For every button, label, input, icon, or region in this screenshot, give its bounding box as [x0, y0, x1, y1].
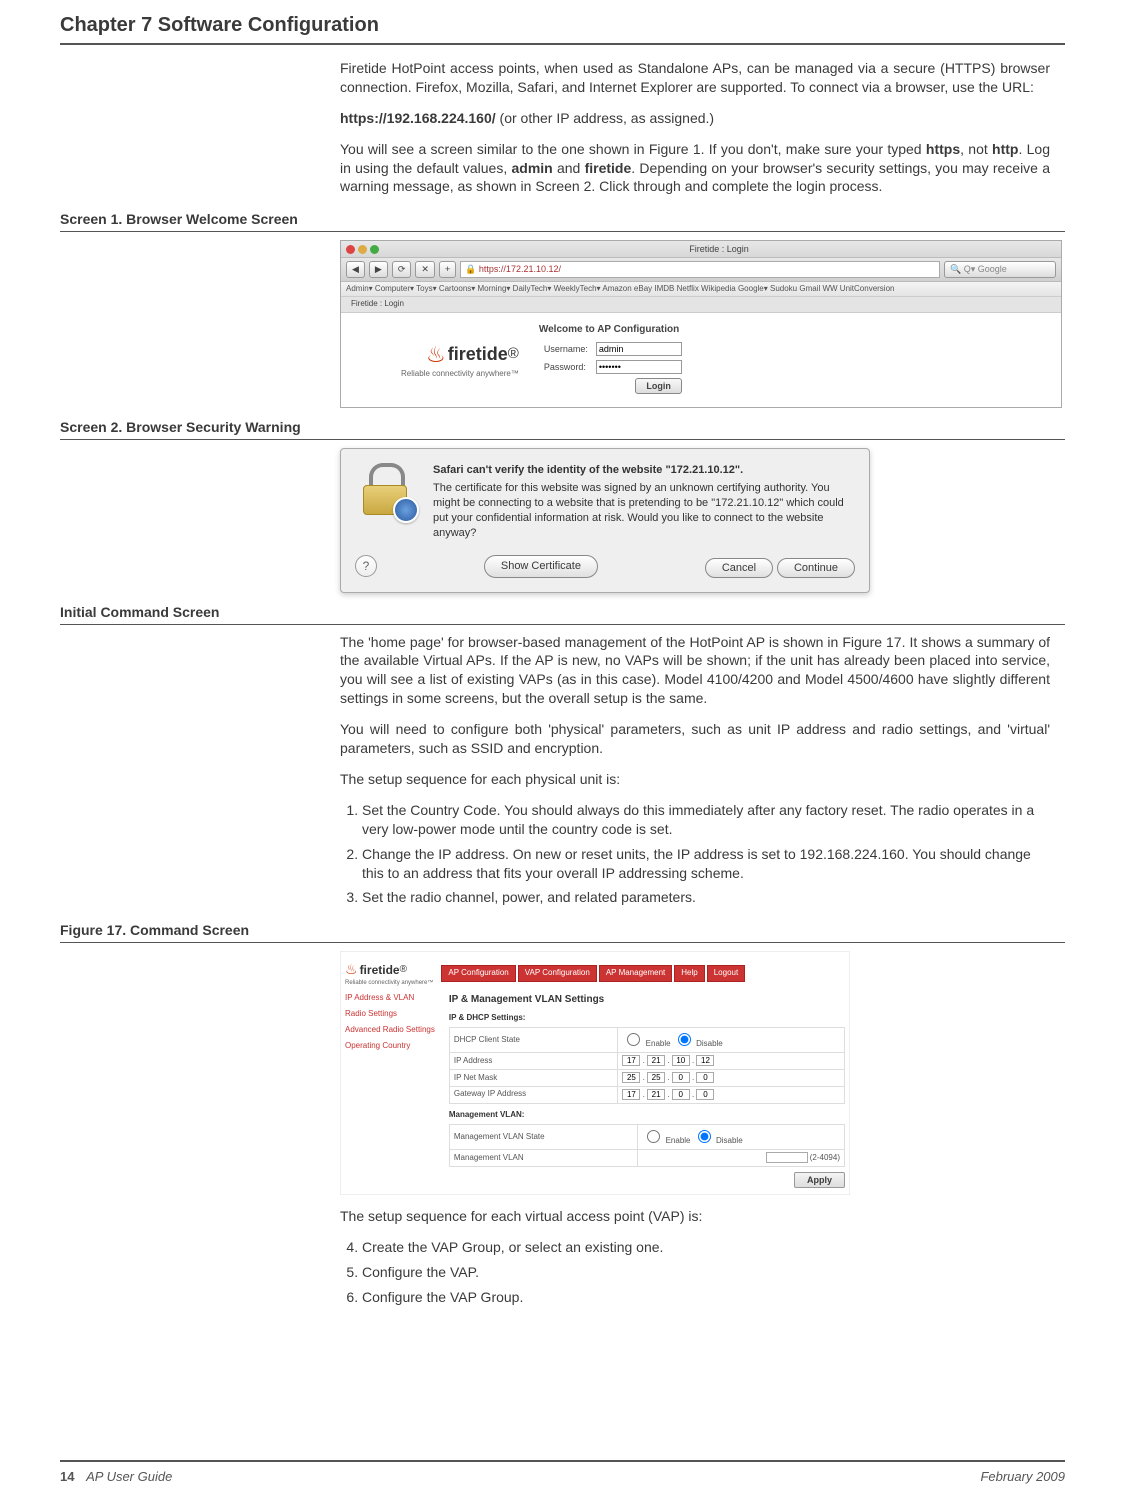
home-p3: The setup sequence for each physical uni… — [340, 770, 1050, 789]
help-button[interactable]: ? — [355, 555, 377, 577]
ip-oct3[interactable] — [672, 1055, 690, 1066]
ip-oct2[interactable] — [647, 1055, 665, 1066]
password-field[interactable] — [596, 360, 682, 374]
vlan-table: Management VLAN State Enable Disable Man… — [449, 1124, 845, 1167]
forward-button[interactable]: ▶ — [369, 261, 388, 277]
vlan-disable-radio[interactable] — [698, 1130, 711, 1143]
vap-steps: Create the VAP Group, or select an exist… — [340, 1238, 1050, 1307]
flame-icon: ♨ — [426, 340, 446, 370]
sec-body: The certificate for this website was sig… — [433, 481, 855, 540]
cancel-button-nav[interactable]: ✕ — [415, 261, 435, 277]
step-1: Set the Country Code. You should always … — [362, 801, 1050, 839]
sidebar-ip-vlan[interactable]: IP Address & VLAN — [345, 993, 435, 1004]
home-p2: You will need to configure both 'physica… — [340, 720, 1050, 758]
home-block: The 'home page' for browser-based manage… — [340, 633, 1050, 908]
security-dialog: Safari can't verify the identity of the … — [340, 448, 870, 593]
home-p1: The 'home page' for browser-based manage… — [340, 633, 1050, 709]
mask-oct4[interactable] — [696, 1072, 714, 1083]
chapter-title: Chapter 7 Software Configuration — [60, 12, 1065, 45]
physical-steps: Set the Country Code. You should always … — [340, 801, 1050, 907]
step-3: Set the radio channel, power, and relate… — [362, 888, 1050, 907]
screen1-label: Screen 1. Browser Welcome Screen — [60, 210, 1065, 232]
password-label: Password: — [541, 359, 591, 375]
step-2: Change the IP address. On new or reset u… — [362, 845, 1050, 883]
search-input[interactable]: 🔍 Q▾ Google — [944, 261, 1056, 277]
sidebar-radio-settings[interactable]: Radio Settings — [345, 1009, 435, 1020]
tab-help[interactable]: Help — [674, 965, 704, 982]
apply-button[interactable]: Apply — [794, 1172, 845, 1188]
tab-vap-configuration[interactable]: VAP Configuration — [518, 965, 597, 982]
sub-mgmt-vlan: Management VLAN: — [449, 1110, 845, 1121]
screen2-label: Screen 2. Browser Security Warning — [60, 418, 1065, 440]
url-input[interactable]: 🔒 https://172.21.10.12/ — [460, 261, 940, 277]
bookmark-bar: Admin▾ Computer▾ Toys▾ Cartoons▾ Morning… — [341, 282, 1061, 298]
tab-bar: Firetide : Login — [341, 297, 1061, 313]
tab-ap-management[interactable]: AP Management — [599, 965, 672, 982]
page-footer: 14 AP User Guide February 2009 — [60, 1460, 1065, 1486]
firetide-logo: ♨firetide® Reliable connectivity anywher… — [401, 340, 519, 380]
step-5: Configure the VAP. — [362, 1263, 1050, 1282]
ip-oct4[interactable] — [696, 1055, 714, 1066]
intro-p2: You will see a screen similar to the one… — [340, 140, 1050, 197]
initial-command-label: Initial Command Screen — [60, 603, 1065, 625]
step-4: Create the VAP Group, or select an exist… — [362, 1238, 1050, 1257]
page-number: 14 — [60, 1469, 74, 1484]
add-bookmark-button[interactable]: + — [439, 261, 456, 277]
login-button[interactable]: Login — [635, 378, 682, 394]
url-line: https://192.168.224.160/ (or other IP ad… — [340, 109, 1050, 128]
close-icon — [346, 245, 355, 254]
tab-logout[interactable]: Logout — [707, 965, 745, 982]
mask-oct3[interactable] — [672, 1072, 690, 1083]
ip-dhcp-table: DHCP Client State Enable Disable IP Addr… — [449, 1027, 845, 1103]
sidebar-adv-radio[interactable]: Advanced Radio Settings — [345, 1025, 435, 1036]
gw-oct4[interactable] — [696, 1089, 714, 1100]
doc-title: AP User Guide — [86, 1469, 172, 1484]
mask-oct1[interactable] — [622, 1072, 640, 1083]
doc-date: February 2009 — [980, 1468, 1065, 1486]
reload-button[interactable]: ⟳ — [392, 261, 412, 277]
dhcp-enable-radio[interactable] — [627, 1033, 640, 1046]
intro-p1: Firetide HotPoint access points, when us… — [340, 59, 1050, 97]
mask-oct2[interactable] — [647, 1072, 665, 1083]
zoom-icon — [370, 245, 379, 254]
sub-ip-dhcp: IP & DHCP Settings: — [449, 1013, 845, 1024]
gw-oct1[interactable] — [622, 1089, 640, 1100]
vlan-enable-radio[interactable] — [647, 1130, 660, 1143]
window-title: Firetide : Login — [382, 243, 1056, 255]
username-label: Username: — [541, 341, 591, 357]
settings-title: IP & Management VLAN Settings — [449, 993, 845, 1007]
login-form: Welcome to AP Configuration Username: Pa… — [539, 323, 687, 397]
sidebar-country[interactable]: Operating Country — [345, 1041, 435, 1052]
minimize-icon — [358, 245, 367, 254]
vlan-id-field[interactable] — [766, 1152, 808, 1163]
cancel-button[interactable]: Cancel — [705, 558, 773, 578]
flame-icon: ♨ — [345, 960, 358, 979]
dhcp-disable-radio[interactable] — [678, 1033, 691, 1046]
safari-badge-icon — [393, 497, 419, 523]
vap-intro: The setup sequence for each virtual acce… — [340, 1207, 1050, 1226]
fig17-label: Figure 17. Command Screen — [60, 921, 1065, 943]
firetide-logo-small: ♨firetide® Reliable connectivity anywher… — [345, 960, 433, 987]
welcome-heading: Welcome to AP Configuration — [539, 323, 687, 337]
continue-button[interactable]: Continue — [777, 558, 855, 578]
tab-ap-configuration[interactable]: AP Configuration — [441, 965, 515, 982]
gw-oct2[interactable] — [647, 1089, 665, 1100]
sec-title: Safari can't verify the identity of the … — [433, 463, 855, 478]
vap-block: The setup sequence for each virtual acce… — [340, 1207, 1050, 1307]
intro-block: Firetide HotPoint access points, when us… — [340, 59, 1050, 196]
step-6: Configure the VAP Group. — [362, 1288, 1050, 1307]
show-certificate-button[interactable]: Show Certificate — [484, 555, 598, 578]
gw-oct3[interactable] — [672, 1089, 690, 1100]
back-button[interactable]: ◀ — [346, 261, 365, 277]
username-field[interactable] — [596, 342, 682, 356]
config-sidebar: IP Address & VLAN Radio Settings Advance… — [345, 993, 435, 1188]
ip-oct1[interactable] — [622, 1055, 640, 1066]
browser-welcome-screenshot: Firetide : Login ◀ ▶ ⟳ ✕ + 🔒 https://172… — [340, 240, 1062, 408]
lock-icon — [355, 463, 419, 523]
command-screenshot: ♨firetide® Reliable connectivity anywher… — [340, 951, 850, 1195]
